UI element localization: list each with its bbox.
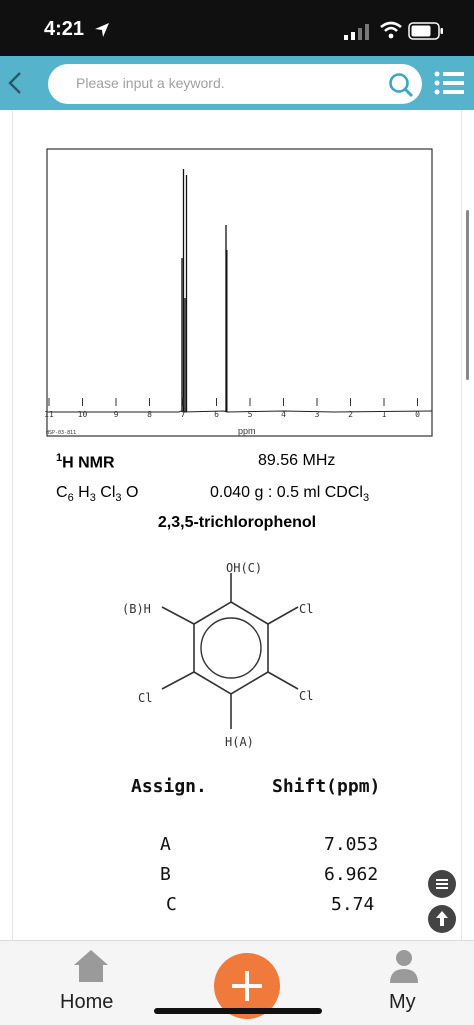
label-cl-left: Cl [138,691,152,705]
header-assign: Assign. [131,776,207,797]
nmr-spectrum: 11 10 9 8 7 6 5 4 3 2 1 0 ppm HSP-03-811 [44,148,433,437]
tick-label: 4 [281,410,286,419]
scroll-top-button[interactable] [428,905,456,933]
row-b-shift: 6.962 [324,864,379,885]
tick-label: 0 [415,410,420,419]
tick-label: 2 [348,410,353,419]
axis-ticks [48,398,418,406]
nav-my[interactable]: My [389,991,416,1014]
spectrum-baseline [47,410,433,413]
tick-label: 7 [181,410,186,419]
molecular-formula: C6 H3 Cl3 O [56,484,139,505]
tick-label: 3 [315,410,320,419]
tick-label: 1 [382,410,387,419]
tick-label: 11 [44,410,54,419]
menu-list-icon[interactable] [434,71,464,95]
list-icon [436,879,448,889]
row-c-shift: 5.74 [331,894,375,915]
row-a-assign: A [160,834,171,855]
spectrum-code: HSP-03-811 [46,430,76,436]
user-icon[interactable] [388,947,420,985]
molecule-structure: OH(C) (B)H Cl Cl Cl H(A) [122,561,313,749]
tick-label: 10 [78,410,88,419]
nucleus-label: 1H NMR [56,452,115,472]
header-shift: Shift(ppm) [272,776,381,797]
label-ha: H(A) [225,735,254,749]
tick-label: 6 [214,410,219,419]
frequency: 89.56 MHz [258,452,336,469]
row-c-assign: C [166,894,177,915]
ppm-axis-label: ppm [238,426,256,436]
tick-label: 9 [114,410,119,419]
tick-label: 5 [248,410,253,419]
row-b-assign: B [160,864,171,885]
aromatic-circle [200,617,262,679]
spectrum-frame [46,148,433,437]
tick-label: 8 [147,410,152,419]
menu-float-button[interactable] [428,870,456,898]
home-indicator [154,1008,322,1014]
nav-home[interactable]: Home [60,991,113,1014]
label-bh: (B)H [122,602,151,616]
concentration: 0.040 g : 0.5 ml CDCl3 [210,484,370,505]
back-arrow-icon[interactable] [4,70,28,96]
label-cl-right: Cl [299,689,313,703]
home-icon[interactable] [72,947,110,985]
arrow-up-icon [436,911,448,926]
row-a-shift: 7.053 [324,834,379,855]
scrollbar[interactable] [466,210,469,380]
benzene-ring [193,601,269,695]
compound-name: 2,3,5-trichlorophenol [157,514,317,531]
label-oh: OH(C) [226,561,262,575]
label-cl-top: Cl [299,602,313,616]
